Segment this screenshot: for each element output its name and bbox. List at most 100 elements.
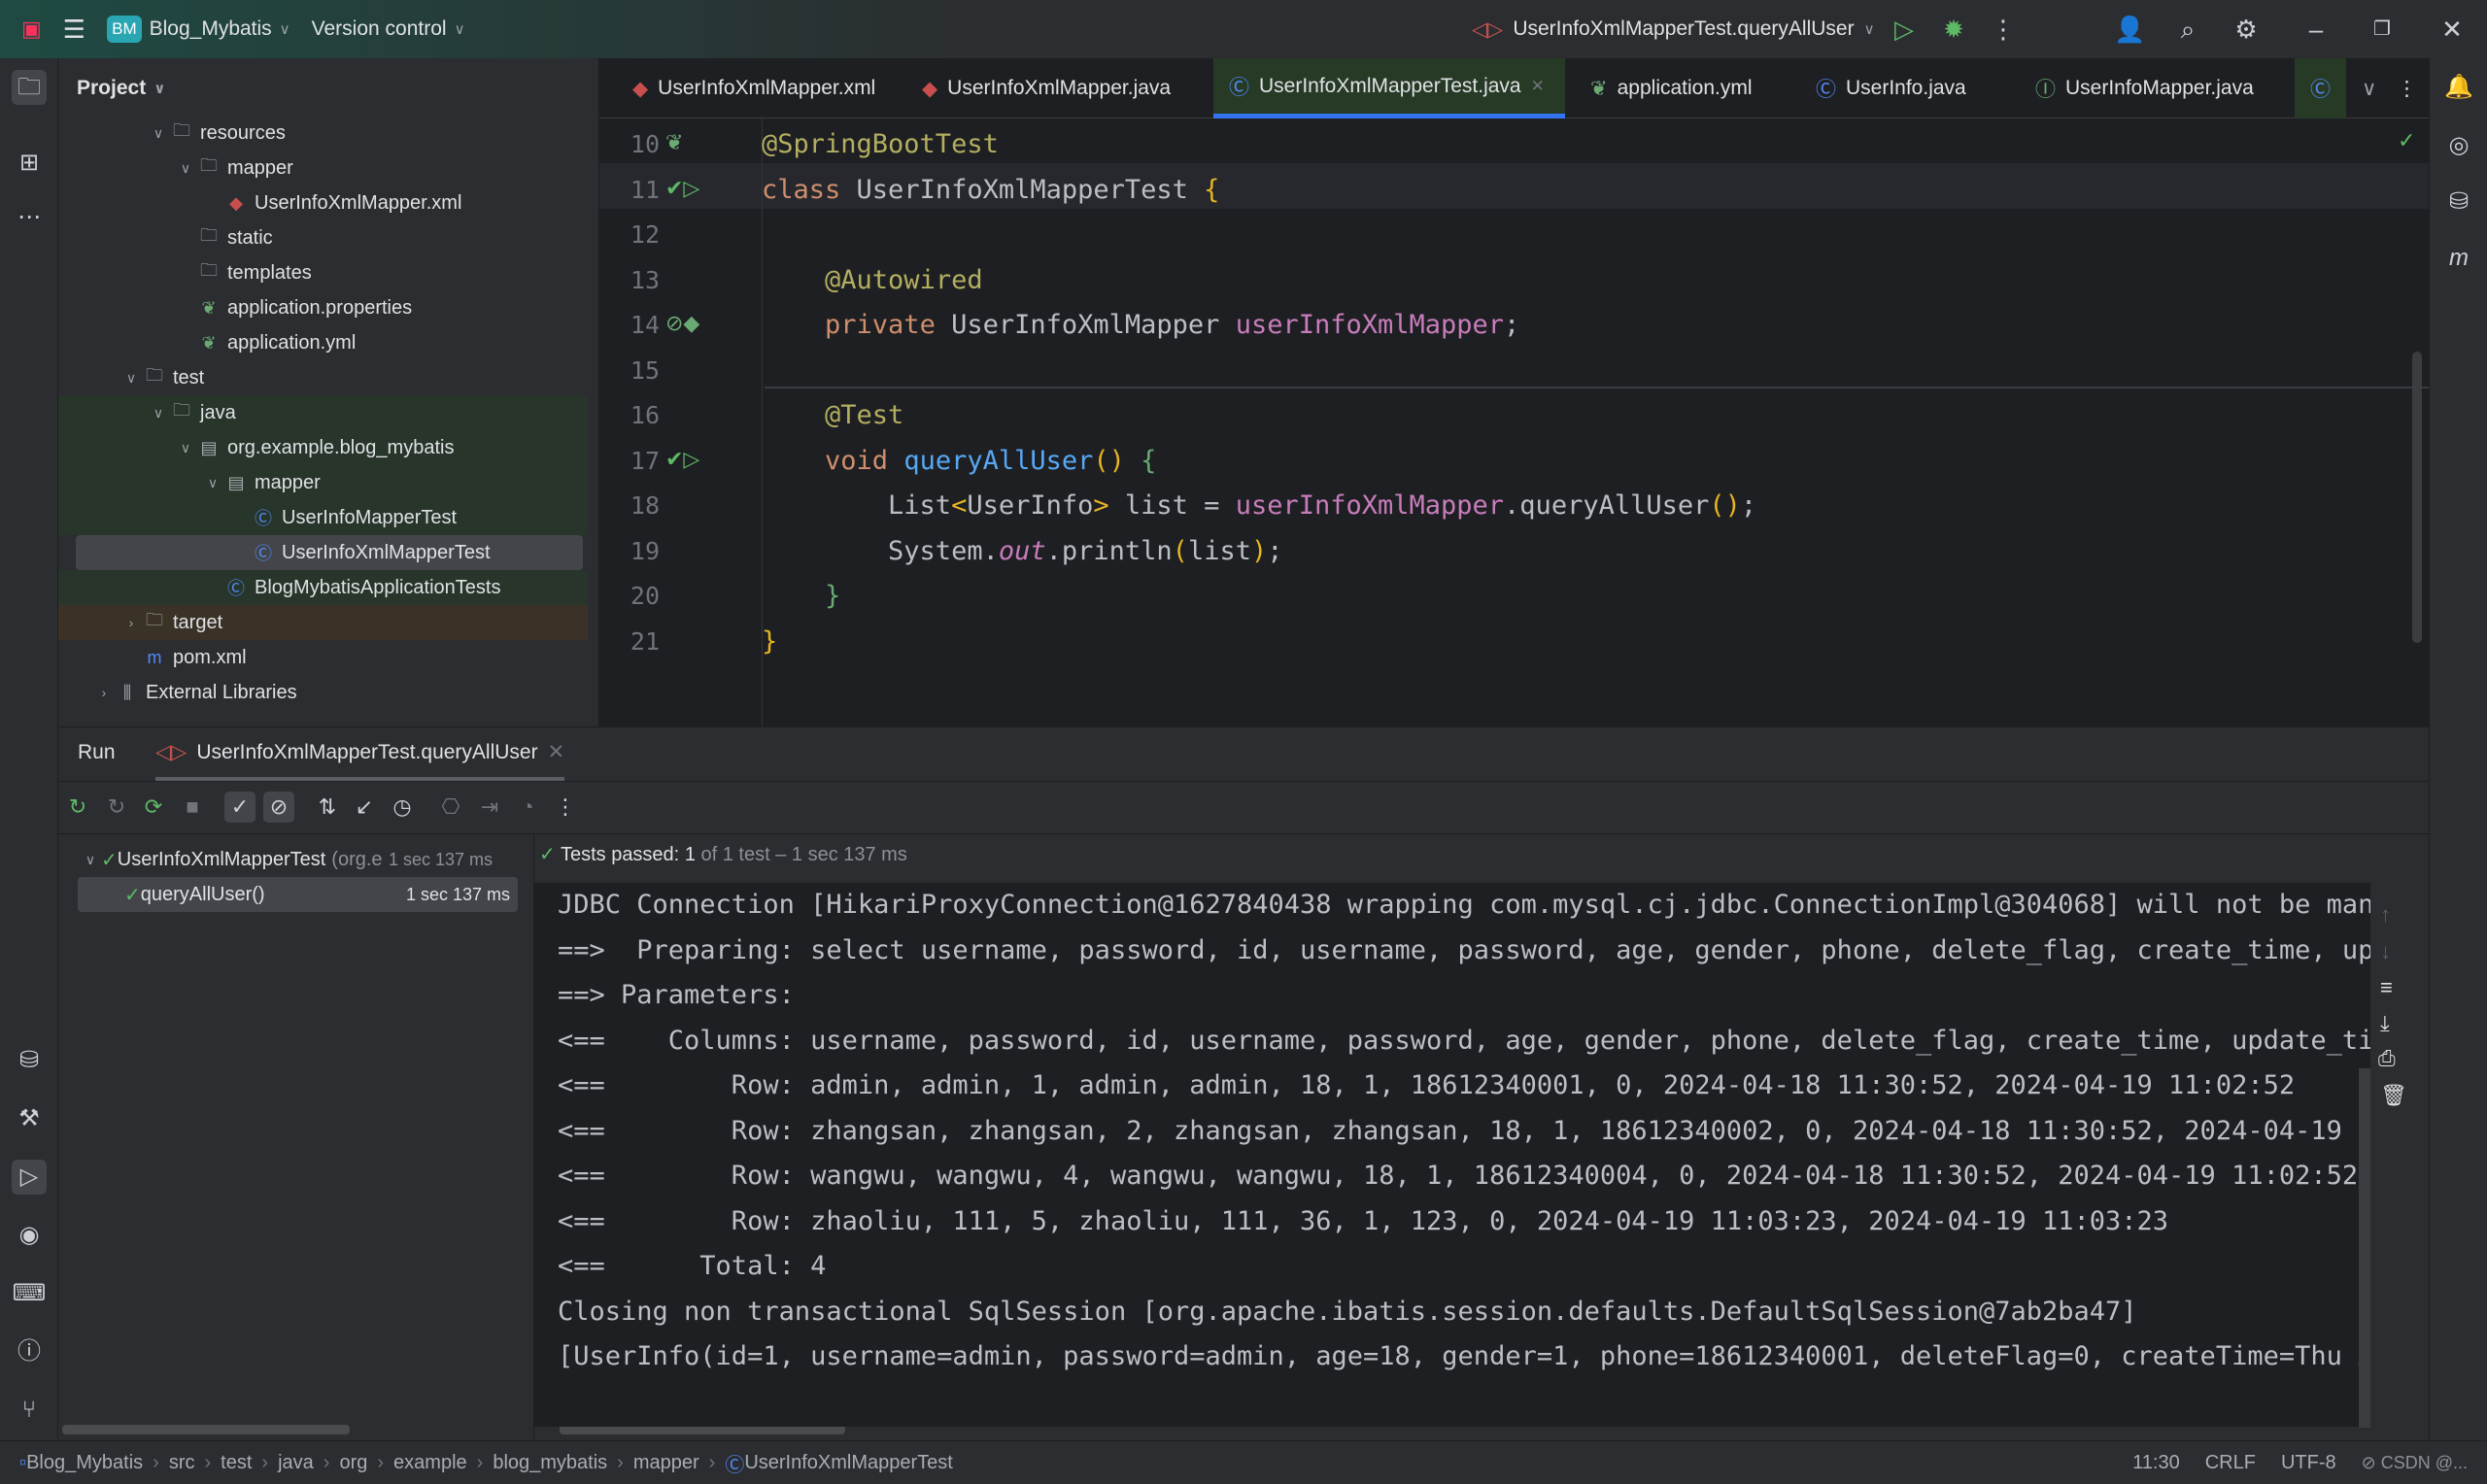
project-panel-header[interactable]: Project ∨ (58, 58, 598, 118)
run-icon[interactable]: ▷ (1889, 14, 1920, 45)
tree-item[interactable]: 🗀 templates (58, 255, 588, 290)
tree-item[interactable]: ∨ 🗀 test (58, 360, 588, 395)
run-config-selector[interactable]: ◁▷ UserInfoXmlMapperTest.queryAllUser ∨ (1472, 0, 1875, 58)
restore-icon[interactable]: ❐ (2367, 14, 2398, 45)
tree-item[interactable]: ∨ 🗀 resources (58, 116, 588, 151)
tree-scrollbar[interactable] (62, 1425, 350, 1434)
run-tool-icon[interactable]: ▷ (12, 1160, 47, 1195)
database-icon[interactable]: ⛁ (12, 1043, 47, 1078)
tab-userinfo-java[interactable]: Ⓒ UserInfo.java (1800, 58, 1982, 118)
autowired-icon[interactable]: ⊘◆ (665, 311, 699, 336)
collapse-icon[interactable]: ↙ (349, 792, 380, 823)
sort-icon[interactable]: ⇅ (312, 792, 343, 823)
code-editor[interactable]: ✓ 10 ❦ @SpringBootTest 11 ✔▷ class UserInfoXm… (599, 118, 2429, 726)
console-output[interactable]: JDBC Connection [HikariProxyConnection@1… (534, 883, 2370, 1427)
import-icon[interactable]: ⇥ (474, 792, 505, 823)
vcs-menu[interactable]: Version control ∨ (312, 17, 465, 41)
git-icon[interactable]: ⑂ (12, 1393, 47, 1428)
main-menu-icon[interactable]: ☰ (63, 15, 85, 45)
scroll-to-end-icon[interactable]: ⤓ (2380, 1011, 2390, 1036)
rerun-icon[interactable]: ↻ (62, 792, 93, 823)
structure-icon[interactable]: ⊞ (12, 146, 47, 181)
tab-application-yml[interactable]: ❦ application.yml (1575, 58, 1768, 118)
toggle-auto-test-icon[interactable]: ⟳ (138, 792, 169, 823)
spring-bean-icon[interactable]: ❦ (665, 130, 683, 155)
test-class-item[interactable]: ∨ ✓ UserInfoXmlMapperTest (org.e 1 sec 137 … (58, 842, 500, 877)
show-passed-icon[interactable]: ✓ (224, 792, 256, 823)
tree-item[interactable]: ◆ UserInfoXmlMapper.xml (58, 186, 588, 220)
breadcrumb-item[interactable]: src (169, 1452, 195, 1474)
tab-overflow-icon[interactable]: Ⓒ (2295, 58, 2346, 118)
breadcrumb-item[interactable]: Blog_Mybatis (26, 1452, 143, 1474)
chevron-down-icon[interactable]: ∨ (175, 440, 196, 456)
test-method-item[interactable]: ✓ queryAllUser() 1 sec 137 ms (78, 877, 518, 912)
soft-wrap-icon[interactable]: ≡ (2380, 975, 2393, 1000)
chevron-down-icon[interactable]: ∨ (148, 405, 169, 422)
run-test-gutter-icon[interactable]: ✔▷ (665, 447, 699, 472)
stop-icon[interactable]: ■ (177, 792, 208, 823)
breadcrumb-item[interactable]: mapper (633, 1452, 699, 1474)
breadcrumb-item[interactable]: UserInfoXmlMapperTest (744, 1452, 953, 1474)
breadcrumb-item[interactable]: test (221, 1452, 252, 1474)
chevron-down-icon[interactable]: ∨ (202, 475, 223, 491)
app-logo[interactable]: ▣ (21, 17, 42, 42)
tab-userinfomapper-java[interactable]: Ⓘ UserInfoMapper.java (2020, 58, 2269, 118)
chevron-right-icon[interactable]: › (93, 685, 115, 700)
tree-item[interactable]: ∨ ▤ mapper (58, 465, 588, 500)
tree-item[interactable]: ∨ 🗀 java (58, 395, 588, 430)
breadcrumb-item[interactable]: example (393, 1452, 467, 1474)
print-icon[interactable]: ⎙ (2378, 1046, 2396, 1071)
services-icon[interactable]: ◉ (12, 1218, 47, 1253)
chevron-down-icon[interactable]: ∨ (120, 370, 142, 387)
editor-scrollbar[interactable] (2412, 352, 2422, 643)
tree-item[interactable]: m pom.xml (58, 640, 588, 675)
tree-item[interactable]: Ⓒ BlogMybatisApplicationTests (58, 570, 588, 605)
tab-more-icon[interactable]: ⋮ (2381, 58, 2433, 118)
up-arrow-icon[interactable]: ↑ (2380, 902, 2391, 928)
show-ignored-icon[interactable]: ⊘ (263, 792, 294, 823)
close-tab-icon[interactable]: ✕ (548, 740, 565, 764)
run-tab[interactable]: ◁▷ UserInfoXmlMapperTest.queryAllUser ✕ (155, 727, 565, 781)
tree-item[interactable]: Ⓒ UserInfoMapperTest (58, 500, 588, 535)
tree-item[interactable]: › 🗀 target (58, 605, 588, 640)
more-icon[interactable]: ⋮ (1988, 14, 2019, 45)
console-v-scrollbar[interactable] (2359, 1068, 2370, 1428)
notifications-icon[interactable]: 🔔 (2441, 70, 2476, 105)
rerun-failed-icon[interactable]: ↻ (101, 792, 132, 823)
down-arrow-icon[interactable]: ↓ (2380, 939, 2391, 964)
close-icon[interactable]: ✕ (2436, 14, 2468, 45)
debug-icon[interactable]: ✹ (1938, 14, 1969, 45)
breadcrumb-item[interactable]: blog_mybatis (493, 1452, 607, 1474)
clear-icon[interactable]: 🗑 (2380, 1083, 2407, 1108)
history-icon[interactable]: ◷ (387, 792, 418, 823)
terminal-icon[interactable]: ⌨ (12, 1276, 47, 1311)
search-icon[interactable]: ⌕ (2172, 14, 2203, 45)
more-icon[interactable]: ⋮ (550, 792, 581, 823)
file-encoding[interactable]: UTF-8 (2281, 1452, 2336, 1474)
chevron-down-icon[interactable]: ∨ (80, 852, 101, 868)
minimize-icon[interactable]: – (2300, 14, 2332, 45)
tab-userinfoxmlmapper-xml[interactable]: ◆ UserInfoXmlMapper.xml (617, 58, 891, 118)
export-icon[interactable]: ⎔ (435, 792, 466, 823)
tab-userinfoxmlmapper-java[interactable]: ◆ UserInfoXmlMapper.java (906, 58, 1186, 118)
chevron-down-icon[interactable]: ∨ (148, 125, 169, 142)
database-icon[interactable]: ⛁ (2441, 185, 2476, 219)
more-tools-icon[interactable]: ⋯ (12, 200, 47, 235)
run-test-gutter-icon[interactable]: ✔▷ (665, 176, 699, 201)
tree-item[interactable]: 🗀 static (58, 220, 588, 255)
tab-userinfoxmlmappertest-java[interactable]: Ⓒ UserInfoXmlMapperTest.java ✕ (1213, 58, 1565, 118)
tree-item[interactable]: ❦ application.properties (58, 290, 588, 325)
close-tab-icon[interactable]: ✕ (1531, 77, 1545, 96)
add-user-icon[interactable]: 👤 (2114, 14, 2145, 45)
breadcrumb-item[interactable]: java (278, 1452, 314, 1474)
line-separator[interactable]: CRLF (2205, 1452, 2256, 1474)
build-icon[interactable]: ⚒ (12, 1101, 47, 1136)
maven-icon[interactable]: m (2441, 241, 2476, 276)
tree-item[interactable]: ∨ 🗀 mapper (58, 151, 588, 186)
tree-item[interactable]: ❦ application.yml (58, 325, 588, 360)
tree-item[interactable]: ∨ ▤ org.example.blog_mybatis (58, 430, 588, 465)
cursor-position[interactable]: 11:30 (2132, 1452, 2180, 1474)
settings-icon[interactable]: ⚙ (2231, 14, 2262, 45)
chevron-down-icon[interactable]: ∨ (175, 160, 196, 177)
project-selector[interactable]: BM Blog_Mybatis ∨ (107, 16, 290, 43)
